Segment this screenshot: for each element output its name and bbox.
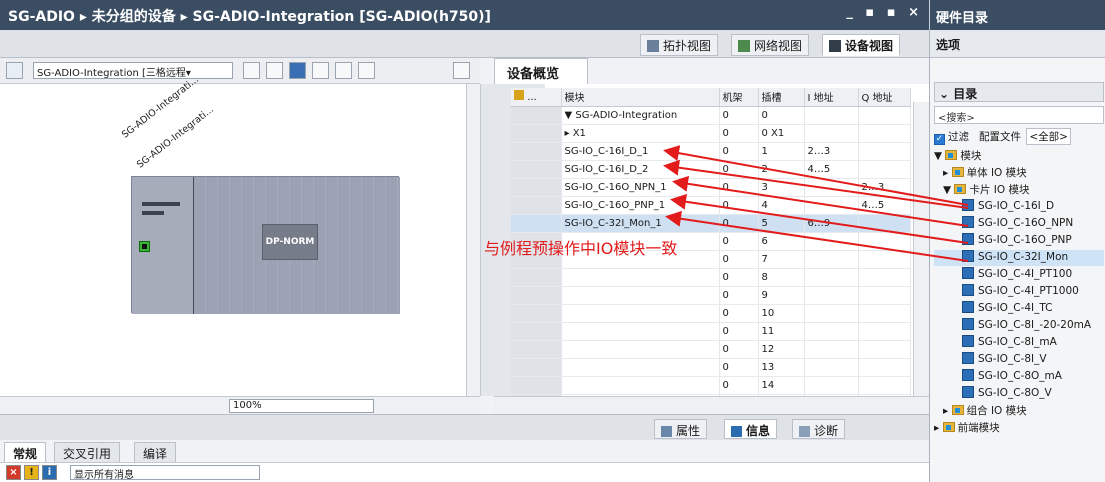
arrow-16i-d-1 [663,145,969,206]
arrow-16o-pnp [670,193,969,244]
annotation-arrows [663,145,969,262]
arrow-32i-mon [665,210,969,262]
